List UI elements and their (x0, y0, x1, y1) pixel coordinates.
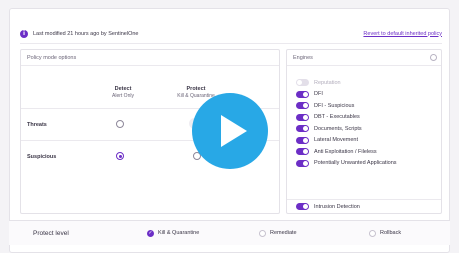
modified-text: Last modified 21 hours ago by SentinelOn… (33, 30, 139, 37)
documents-scripts-toggle[interactable] (296, 125, 309, 133)
threats-detect-radio[interactable] (116, 120, 124, 128)
protect-label: Protect (186, 86, 206, 92)
policy-mode-title: Policy mode options (21, 50, 279, 66)
play-icon (221, 115, 247, 147)
engines-panel: Engines Reputation DFI DFI - Suspicious … (286, 49, 442, 214)
engine-label: DFI - Suspicious (314, 102, 355, 109)
option-label: Rollback (380, 230, 402, 236)
row-label-suspicious: Suspicious (27, 154, 57, 160)
engine-item-dfi: DFI (296, 89, 397, 101)
engines-title: Engines (293, 55, 313, 61)
protect-option-kill-quarantine[interactable]: ✓ Kill & Quarantine (147, 229, 200, 237)
intrusion-detection-row: Intrusion Detection (287, 199, 441, 213)
engine-label: Reputation (314, 79, 341, 86)
option-label: Remediate (270, 230, 297, 236)
lateral-movement-toggle[interactable] (296, 136, 309, 144)
protect-level-label: Protect level (33, 229, 69, 237)
play-button[interactable] (192, 93, 268, 169)
engine-item-dbt-executables: DBT - Executables (296, 112, 397, 124)
check-circle-icon: ✓ (147, 229, 154, 237)
engine-item-reputation: Reputation (296, 77, 397, 89)
protect-level-row: Protect level ✓ Kill & Quarantine Remedi… (9, 220, 450, 245)
dbt-executables-toggle[interactable] (296, 113, 309, 121)
suspicious-detect-radio[interactable] (116, 152, 124, 160)
engine-label: Lateral Movement (314, 137, 359, 144)
engine-item-documents-scripts: Documents, Scripts (296, 123, 397, 135)
radio-icon (369, 229, 376, 237)
engine-item-lateral-movement: Lateral Movement (296, 135, 397, 147)
dfi-toggle[interactable] (296, 90, 309, 98)
engines-header: Engines (287, 50, 441, 66)
option-label: Kill & Quarantine (158, 230, 200, 236)
divider (20, 43, 442, 44)
radio-icon (259, 229, 266, 237)
dfi-suspicious-toggle[interactable] (296, 102, 309, 110)
engine-label: Anti Exploitation / Fileless (314, 148, 377, 155)
engine-item-dfi-suspicious: DFI - Suspicious (296, 100, 397, 112)
engine-item-pua: Potentially Unwanted Applications (296, 158, 397, 170)
modified-banner: i Last modified 21 hours ago by Sentinel… (20, 27, 442, 40)
reputation-toggle[interactable] (296, 79, 309, 87)
engine-item-anti-exploitation: Anti Exploitation / Fileless (296, 146, 397, 158)
anti-exploitation-toggle[interactable] (296, 148, 309, 156)
pua-toggle[interactable] (296, 159, 309, 167)
detect-sublabel: Alert Only (112, 93, 134, 99)
engine-label: Potentially Unwanted Applications (314, 160, 397, 167)
info-icon: i (20, 29, 28, 38)
engine-label: DFI (314, 91, 323, 98)
protect-option-rollback[interactable]: Rollback (369, 229, 402, 237)
revert-policy-link[interactable]: Revert to default inherited policy (363, 31, 442, 37)
intrusion-detection-label: Intrusion Detection (314, 203, 360, 210)
intrusion-detection-toggle[interactable] (296, 203, 309, 210)
protect-option-remediate[interactable]: Remediate (259, 229, 297, 237)
gear-icon[interactable] (430, 54, 437, 61)
engine-list: Reputation DFI DFI - Suspicious DBT - Ex… (296, 77, 397, 169)
engine-label: DBT - Executables (314, 114, 360, 121)
engine-label: Documents, Scripts (314, 125, 362, 132)
row-label-threats: Threats (27, 122, 47, 128)
detect-label: Detect (114, 86, 132, 92)
detect-column-header: Detect Alert Only (103, 86, 143, 99)
